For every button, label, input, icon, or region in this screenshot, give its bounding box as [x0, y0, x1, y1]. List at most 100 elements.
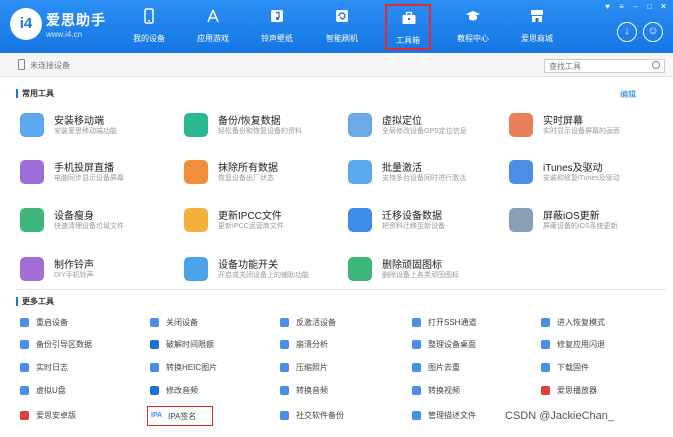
- more-tool-label: 管理描述文件: [428, 411, 476, 420]
- more-tool-icon: IPA: [151, 412, 163, 419]
- more-tool-icon: [20, 340, 29, 349]
- more-tool-item[interactable]: 社交软件备份: [280, 409, 408, 423]
- more-tool-item[interactable]: 转换视频: [412, 384, 540, 398]
- tool-title: iTunes及驱动: [543, 163, 603, 174]
- tool-description: 屏蔽设备的iOS系统更新: [543, 223, 618, 230]
- more-tool-item[interactable]: 虚拟U盘: [20, 384, 148, 398]
- menu-icon[interactable]: ≡: [617, 2, 626, 11]
- top-navigation-bar: i4 爱思助手 www.i4.cn 我的设备 应用游戏 铃声壁纸 智能刷机 工具…: [0, 0, 673, 53]
- tool-item[interactable]: 设备功能开关 开启或关闭设备上的辅助功能: [184, 254, 344, 294]
- nav-label: 教程中心: [457, 34, 489, 43]
- device-icon: [18, 59, 25, 70]
- tool-icon: [509, 160, 533, 184]
- tool-title: 安装移动端: [54, 116, 104, 127]
- tool-icon: [20, 208, 44, 232]
- more-tool-label: 修改音频: [166, 386, 198, 395]
- tool-item[interactable]: 屏蔽iOS更新 屏蔽设备的iOS系统更新: [509, 205, 669, 245]
- nav-ringtones-wallpapers[interactable]: 铃声壁纸: [247, 0, 307, 53]
- nav-toolbox[interactable]: 工具箱: [385, 4, 431, 50]
- tool-title: 抹除所有数据: [218, 163, 278, 174]
- tool-icon: [348, 113, 372, 137]
- tool-item[interactable]: 批量激活 支持多台设备同时进行激活: [348, 157, 508, 197]
- flash-icon: [336, 10, 348, 22]
- tool-item[interactable]: 制作铃声 DIY手机铃声: [20, 254, 180, 294]
- tool-icon: [184, 160, 208, 184]
- tool-item[interactable]: 更新IPCC文件 更新IPCC运营商文件: [184, 205, 344, 245]
- tool-icon: [348, 257, 372, 281]
- divider: [16, 289, 666, 290]
- nav-apps-games[interactable]: 应用游戏: [183, 0, 243, 53]
- more-tool-item[interactable]: 转换音频: [280, 384, 408, 398]
- tool-item[interactable]: 虚拟定位 全局修改设备GPS定位信息: [348, 110, 508, 150]
- more-tool-icon: [541, 363, 550, 372]
- more-tool-icon: [280, 318, 289, 327]
- more-tool-item[interactable]: 关闭设备: [150, 316, 278, 330]
- close-icon[interactable]: ✕: [659, 2, 668, 11]
- tool-icon: [509, 208, 533, 232]
- user-icon[interactable]: ☺: [643, 22, 663, 42]
- more-tool-label: 实时日志: [36, 363, 68, 372]
- more-tool-icon: [280, 363, 289, 372]
- more-tool-item[interactable]: 图片去重: [412, 361, 540, 375]
- more-tool-icon: [150, 340, 159, 349]
- music-icon: [271, 10, 283, 22]
- more-tool-label: 爱思播放器: [557, 386, 597, 395]
- tool-item[interactable]: 设备瘦身 快速清理设备垃圾文件: [20, 205, 180, 245]
- nav-smart-flash[interactable]: 智能刷机: [312, 0, 372, 53]
- more-tool-item[interactable]: 整理设备桌面: [412, 338, 540, 352]
- tool-item[interactable]: iTunes及驱动 安装和修复iTunes及驱动: [509, 157, 669, 197]
- tool-description: 支持多台设备同时进行激活: [382, 175, 466, 182]
- more-tool-item[interactable]: 打开SSH通道: [412, 316, 540, 330]
- tool-item[interactable]: 安装移动端 安装爱思移动端功能: [20, 110, 180, 150]
- search-icon[interactable]: [652, 61, 660, 69]
- tool-item[interactable]: 手机投屏直播 电脑同步显示设备屏幕: [20, 157, 180, 197]
- more-tool-item[interactable]: 崩溃分析: [280, 338, 408, 352]
- nav-my-device[interactable]: 我的设备: [119, 0, 179, 53]
- more-tool-item[interactable]: 爱思安卓版: [20, 409, 148, 423]
- more-tool-item[interactable]: 下载固件: [541, 361, 669, 375]
- more-tool-item[interactable]: 修复应用闪退: [541, 338, 669, 352]
- toolbox-icon: [402, 11, 416, 24]
- minimize-icon[interactable]: –: [631, 2, 640, 11]
- more-tool-item[interactable]: IPA IPA签名: [147, 406, 213, 426]
- nav-i4-store[interactable]: 爱思商城: [507, 0, 567, 53]
- tool-item[interactable]: 删除顽固图标 删除设备上各类顽固图标: [348, 254, 508, 294]
- skin-icon[interactable]: ♥: [603, 2, 612, 11]
- tool-item[interactable]: 实时屏幕 实时显示设备屏幕的画面: [509, 110, 669, 150]
- more-tool-icon: [150, 363, 159, 372]
- more-tool-label: 图片去重: [428, 363, 460, 372]
- app-window: { "header":{"brand":"爱思助手","url":"www.i4…: [0, 0, 673, 437]
- more-tool-item[interactable]: 压缩照片: [280, 361, 408, 375]
- tool-title: 更新IPCC文件: [218, 211, 282, 222]
- more-tool-item[interactable]: 爱思播放器: [541, 384, 669, 398]
- more-tool-icon: [20, 318, 29, 327]
- tool-item[interactable]: 迁移设备数据 把资料迁移至新设备: [348, 205, 508, 245]
- more-tool-item[interactable]: 备份引导区数据: [20, 338, 148, 352]
- tool-icon: [184, 113, 208, 137]
- search-input[interactable]: [544, 59, 665, 73]
- more-tool-item[interactable]: 重启设备: [20, 316, 148, 330]
- more-tool-icon: [412, 340, 421, 349]
- more-tool-item[interactable]: 转换HEIC图片: [150, 361, 278, 375]
- more-tool-item[interactable]: 反激活设备: [280, 316, 408, 330]
- tool-item[interactable]: 抹除所有数据 恢复设备出厂状态: [184, 157, 344, 197]
- more-tool-label: 转换音频: [296, 386, 328, 395]
- section-title-more: 更多工具: [16, 297, 54, 306]
- tool-item[interactable]: 备份/恢复数据 轻松备份和恢复设备的资料: [184, 110, 344, 150]
- brand-url: www.i4.cn: [46, 30, 83, 39]
- more-tool-label: 虚拟U盘: [36, 386, 66, 395]
- tool-description: 恢复设备出厂状态: [218, 175, 274, 182]
- edit-link[interactable]: 编辑: [620, 89, 636, 100]
- more-tool-item[interactable]: 破解时间限额: [150, 338, 278, 352]
- download-icon[interactable]: ↓: [617, 22, 637, 42]
- maximize-icon[interactable]: □: [645, 2, 654, 11]
- brand-name: 爱思助手: [46, 12, 106, 28]
- more-tool-item[interactable]: 进入恢复模式: [541, 316, 669, 330]
- more-tool-item[interactable]: 修改音频: [150, 384, 278, 398]
- more-tool-label: 重启设备: [36, 318, 68, 327]
- phone-icon: [144, 8, 154, 24]
- more-tool-item[interactable]: 实时日志: [20, 361, 148, 375]
- nav-tutorial-center[interactable]: 教程中心: [443, 0, 503, 53]
- nav-label: 应用游戏: [197, 34, 229, 43]
- more-tool-label: 备份引导区数据: [36, 340, 92, 349]
